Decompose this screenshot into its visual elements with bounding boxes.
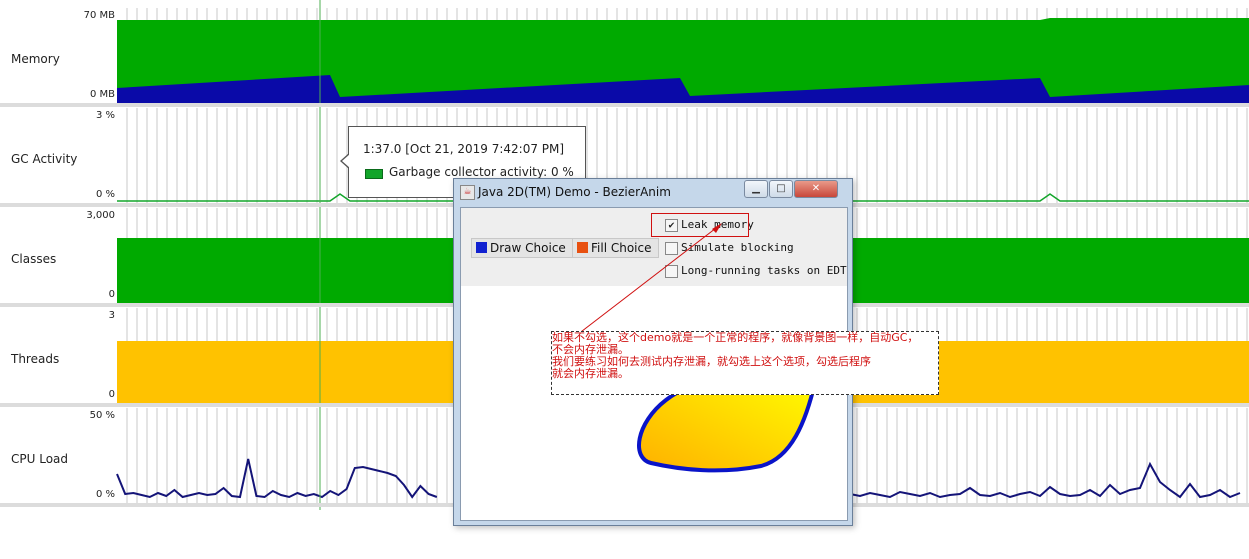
annotation-line: 就会内存泄漏。 <box>552 367 629 380</box>
tooltip-timestamp: 1:37.0 [Oct 21, 2019 7:42:07 PM] <box>363 142 565 156</box>
gc-max-tick: 3 % <box>95 110 115 121</box>
cpu-max-tick: 50 % <box>89 410 115 421</box>
classes-label: Classes <box>11 252 57 266</box>
minimize-button[interactable]: ▁ <box>744 180 768 198</box>
annotation-note: 如果不勾选，这个demo就是一个正常的程序，就像背景图一样，自动GC， 不会内存… <box>551 331 939 395</box>
gc-activity-label: GC Activity <box>11 152 78 166</box>
memory-max-tick: 70 MB <box>83 10 115 21</box>
threads-label: Threads <box>11 352 60 366</box>
threads-max-tick: 3 <box>108 310 115 321</box>
panel-separator[interactable] <box>0 103 1249 107</box>
maximize-icon: □ <box>776 183 786 194</box>
minimize-icon: ▁ <box>752 183 760 194</box>
close-button[interactable]: ✕ <box>794 180 838 198</box>
classes-max-tick: 3,000 <box>86 210 115 221</box>
memory-label: Memory <box>11 52 60 66</box>
close-icon: ✕ <box>811 183 821 194</box>
gc-min-tick: 0 % <box>95 189 115 200</box>
memory-min-tick: 0 MB <box>89 89 115 100</box>
window-title: Java 2D(TM) Demo - BezierAnim <box>478 185 671 199</box>
cpu-min-tick: 0 % <box>95 489 115 500</box>
leak-memory-highlight <box>651 213 749 237</box>
cpu-line-right <box>849 461 1241 499</box>
cpu-load-label: CPU Load <box>11 452 68 466</box>
maximize-button[interactable]: □ <box>769 180 793 198</box>
java-app-icon: ☕ <box>460 185 475 200</box>
threads-min-tick: 0 <box>108 389 115 400</box>
tooltip-gc-value: Garbage collector activity: 0 % <box>389 165 574 179</box>
gc-legend-swatch <box>365 169 383 179</box>
classes-min-tick: 0 <box>108 289 115 300</box>
